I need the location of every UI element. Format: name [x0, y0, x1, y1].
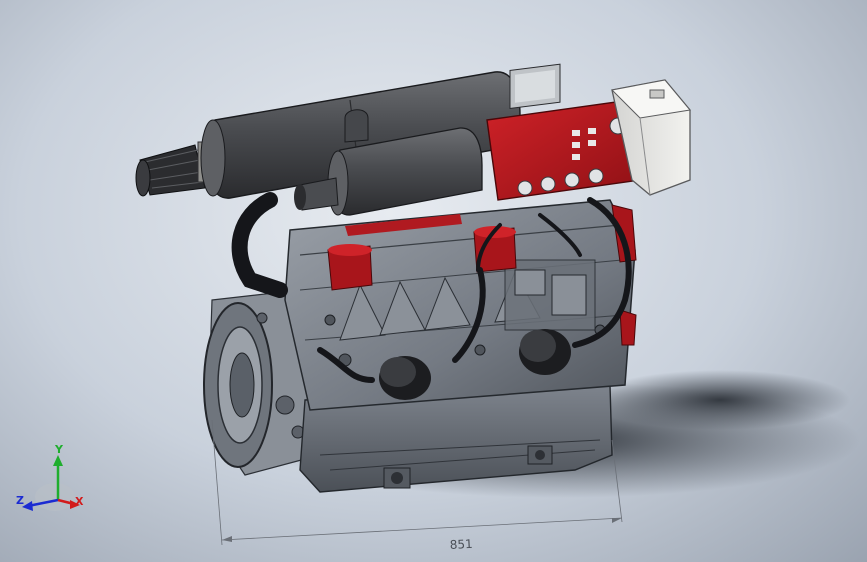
oil-filter-left[interactable] [379, 356, 431, 400]
panel-knob-4[interactable] [588, 168, 604, 184]
orientation-triad[interactable]: Y Z X [16, 443, 84, 511]
panel-knob-2[interactable] [540, 176, 556, 192]
engine-3d-model[interactable]: 851 Y Z X [0, 0, 867, 562]
z-axis-label: Z [16, 494, 24, 507]
engine-block[interactable] [284, 199, 636, 411]
oil-filter-right[interactable] [519, 329, 571, 375]
x-axis-label: X [75, 495, 84, 508]
panel-knob-3[interactable] [564, 172, 580, 188]
dimension-label: 851 [449, 537, 473, 552]
y-axis-label: Y [54, 443, 64, 456]
panel-knob-1[interactable] [517, 180, 533, 196]
cad-viewport[interactable]: 851 Y Z X [0, 0, 867, 562]
